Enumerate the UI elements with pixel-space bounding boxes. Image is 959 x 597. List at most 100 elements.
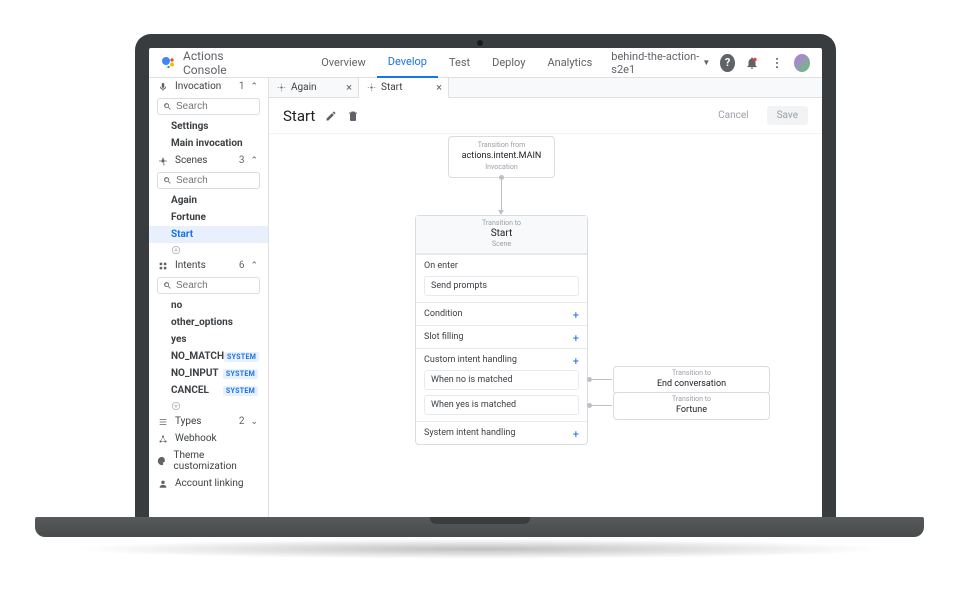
sidebar-intent-item[interactable]: CANCELSYSTEM <box>149 382 268 399</box>
custom-intent-label: Custom intent handling <box>424 355 579 365</box>
editor-tab-again[interactable]: Again × <box>269 78 359 97</box>
sidebar-intent-item[interactable]: yes <box>149 331 268 348</box>
cancel-button[interactable]: Cancel <box>708 106 758 125</box>
sidebar-section-webhook[interactable]: Webhook <box>149 430 268 447</box>
add-intent-button[interactable] <box>149 399 268 413</box>
fortune-label: Fortune <box>614 405 769 415</box>
tab-label: Start <box>381 82 403 93</box>
scene-type: Scene <box>416 240 587 248</box>
sidebar: Invocation 1 ⌃ Settings Main invocation <box>149 78 269 517</box>
close-icon[interactable]: × <box>346 81 352 94</box>
search-icon <box>163 102 172 111</box>
chevron-up-icon: ⌃ <box>250 82 258 92</box>
sidebar-section-intents[interactable]: Intents 6 ⌃ <box>149 257 268 274</box>
scene-card-header[interactable]: Transition to Start Scene <box>416 216 587 254</box>
webhook-icon <box>157 434 169 444</box>
sidebar-intent-item[interactable]: other_options <box>149 314 268 331</box>
sidebar-section-account[interactable]: Account linking <box>149 475 268 492</box>
scene-icon <box>367 83 376 92</box>
sidebar-invocation-label: Invocation <box>175 81 221 92</box>
system-badge: SYSTEM <box>223 386 258 396</box>
more-icon[interactable] <box>769 54 784 72</box>
notifications-icon[interactable] <box>745 54 760 72</box>
intents-icon <box>157 261 169 271</box>
sidebar-scenes-label: Scenes <box>175 155 207 166</box>
app-header: Actions Console Overview Develop Test De… <box>149 48 822 78</box>
edit-icon[interactable] <box>325 110 337 122</box>
transition-to-label: Transition to <box>614 395 769 403</box>
tab-deploy[interactable]: Deploy <box>481 48 536 78</box>
nav-tabs: Overview Develop Test Deploy Analytics <box>310 48 603 78</box>
transition-end-conversation[interactable]: Transition to End conversation <box>613 366 770 394</box>
sidebar-intent-item[interactable]: NO_INPUTSYSTEM <box>149 365 268 382</box>
invocation-count: 1 <box>239 81 245 92</box>
sidebar-scene-again[interactable]: Again <box>149 192 268 209</box>
add-icon[interactable]: + <box>573 332 579 345</box>
system-intent-section[interactable]: System intent handling + <box>416 421 587 444</box>
condition-section[interactable]: Condition + <box>416 302 587 325</box>
save-button[interactable]: Save <box>767 106 808 125</box>
project-selector[interactable]: behind-the-action-s2e1 ▼ <box>611 50 710 76</box>
invocation-search-input[interactable] <box>176 101 254 112</box>
intents-search <box>157 277 260 294</box>
add-icon[interactable]: + <box>573 309 579 322</box>
sidebar-section-types[interactable]: Types 2 ⌄ <box>149 413 268 430</box>
condition-label: Condition <box>424 309 579 319</box>
sidebar-scene-start[interactable]: Start <box>149 226 268 243</box>
scenes-search <box>157 172 260 189</box>
sidebar-item-main-invocation[interactable]: Main invocation <box>149 135 268 152</box>
sidebar-section-invocation[interactable]: Invocation 1 ⌃ <box>149 78 268 95</box>
slot-filling-label: Slot filling <box>424 332 579 342</box>
scene-icon <box>277 83 286 92</box>
add-icon[interactable]: + <box>573 428 579 441</box>
sidebar-types-label: Types <box>175 416 201 427</box>
app-window: Actions Console Overview Develop Test De… <box>149 48 822 517</box>
intent-row-no[interactable]: When no is matched <box>424 370 579 390</box>
chevron-up-icon: ⌃ <box>250 156 258 166</box>
add-scene-button[interactable] <box>149 243 268 257</box>
tab-develop[interactable]: Develop <box>377 48 438 78</box>
send-prompts-box[interactable]: Send prompts <box>424 276 579 296</box>
close-icon[interactable]: × <box>436 81 442 94</box>
tab-analytics[interactable]: Analytics <box>536 48 603 78</box>
connector-line <box>592 405 612 406</box>
transition-fortune[interactable]: Transition to Fortune <box>613 392 770 420</box>
avatar[interactable] <box>794 54 810 72</box>
transition-to-label: Transition to <box>416 219 587 227</box>
tab-test[interactable]: Test <box>438 48 481 78</box>
sidebar-section-scenes[interactable]: Scenes 3 ⌃ <box>149 152 268 169</box>
transition-from-label: Transition from <box>455 141 548 149</box>
intents-search-input[interactable] <box>176 280 254 291</box>
system-badge: SYSTEM <box>224 352 259 362</box>
transition-to-label: Transition to <box>614 369 769 377</box>
on-enter-section[interactable]: On enter Send prompts <box>416 254 587 302</box>
delete-icon[interactable] <box>347 110 359 122</box>
scenes-count: 3 <box>239 155 245 166</box>
slot-filling-section[interactable]: Slot filling + <box>416 325 587 348</box>
custom-intent-section[interactable]: Custom intent handling + When no is matc… <box>416 348 587 421</box>
scenes-search-input[interactable] <box>176 175 254 186</box>
search-icon <box>163 281 172 290</box>
invocation-name: actions.intent.MAIN <box>455 151 548 161</box>
help-icon[interactable]: ? <box>720 54 735 72</box>
add-icon[interactable]: + <box>573 355 579 368</box>
system-badge: SYSTEM <box>223 369 258 379</box>
tab-overview[interactable]: Overview <box>310 48 377 78</box>
sidebar-item-settings[interactable]: Settings <box>149 118 268 135</box>
assistant-logo-icon <box>161 56 175 70</box>
intent-row-yes[interactable]: When yes is matched <box>424 395 579 415</box>
sidebar-intent-item[interactable]: NO_MATCHSYSTEM <box>149 348 268 365</box>
invocation-node[interactable]: Transition from actions.intent.MAIN Invo… <box>448 136 555 178</box>
system-intent-label: System intent handling <box>424 428 579 438</box>
connector-line <box>501 180 502 212</box>
sidebar-account-label: Account linking <box>175 478 244 489</box>
intents-count: 6 <box>239 260 245 271</box>
sidebar-intents-label: Intents <box>175 260 206 271</box>
scene-icon <box>157 156 169 166</box>
types-count: 2 <box>239 416 245 427</box>
editor-tab-start[interactable]: Start × <box>359 78 449 98</box>
sidebar-scene-fortune[interactable]: Fortune <box>149 209 268 226</box>
sidebar-section-theme[interactable]: Theme customization <box>149 447 268 475</box>
sidebar-theme-label: Theme customization <box>173 450 258 472</box>
sidebar-intent-item[interactable]: no <box>149 297 268 314</box>
